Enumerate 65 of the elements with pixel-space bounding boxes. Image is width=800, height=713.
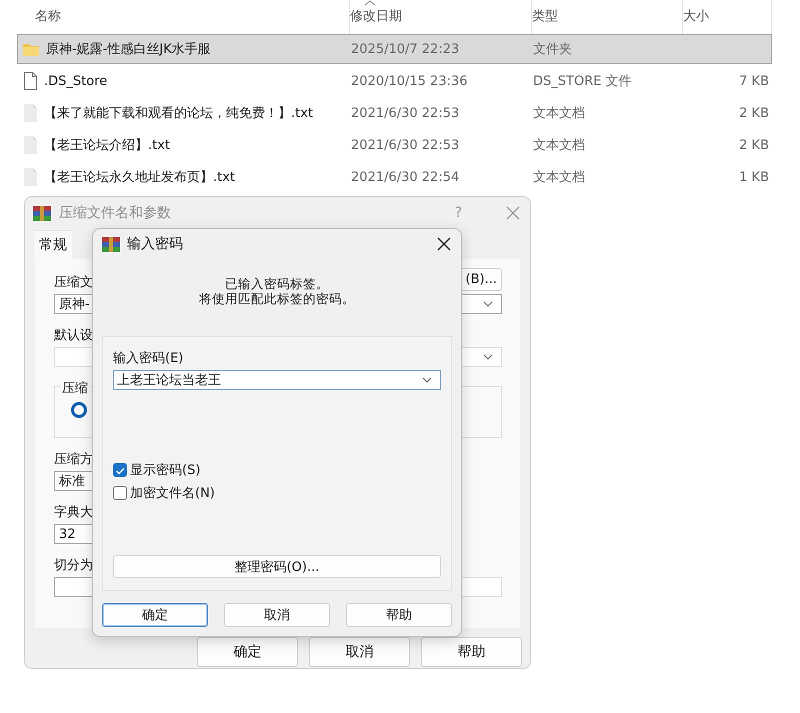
dialog-button[interactable]: 帮助 [346,603,452,627]
document-icon [22,168,38,186]
message-text: 已输入密码标签。 [224,276,330,291]
field-label: 压缩文 [54,274,93,291]
file-row[interactable]: 【老王论坛永久地址发布页】.txt 2021/6/30 22:54 文本文档 1 KB [17,162,772,192]
dialog-title: 压缩文件名和参数 [59,204,172,222]
modified-date: 2021/6/30 22:53 [351,138,460,152]
file-name: 【来了就能下载和观看的论坛，纯免费！】.txt [44,105,314,122]
archive-app-icon [102,236,120,252]
checkbox[interactable] [113,486,127,500]
file-row[interactable]: 【老王论坛介绍】.txt 2021/6/30 22:53 文本文档 2 KB [17,130,772,160]
document-icon [22,136,38,154]
file-size: 2 KB [738,106,770,120]
file-size: 7 KB [738,74,770,88]
field-label: 压缩方 [54,451,93,468]
file-name: 原神-妮露-性感白丝JK水手服 [46,41,211,58]
file-type: DS_STORE 文件 [533,73,633,90]
folder-icon [22,41,40,57]
file-row[interactable]: .DS_Store 2020/10/15 23:36 DS_STORE 文件 7 KB [17,66,772,96]
dialog-button[interactable]: 确定 [197,637,298,667]
field-value: 标准 [59,473,85,490]
dialog-button[interactable]: 帮助 [421,637,522,667]
file-type: 文本文档 [533,169,586,186]
field-value: 原神- [59,296,90,313]
file-name: 【老王论坛永久地址发布页】.txt [44,169,236,186]
message-text: 将使用匹配此标签的密码。 [198,291,356,306]
field-label: 输入密码(E) [113,350,184,367]
modified-date: 2021/6/30 22:54 [351,170,460,184]
chevron-down-icon [483,301,493,307]
chevron-down-icon [422,377,432,383]
tab[interactable]: 常规 [34,231,72,259]
checkbox-label: 显示密码(S) [130,462,200,479]
password-combobox[interactable]: 上老王论坛当老王 [113,370,441,390]
checkbox-label: 加密文件名(N) [130,485,215,502]
file-type: 文本文档 [533,105,586,122]
close-icon [437,237,451,251]
file-row[interactable]: 【来了就能下载和观看的论坛，纯免费！】.txt 2021/6/30 22:53 文本文档 2 KB [17,98,772,128]
field-label: 切分为 [54,557,93,574]
field-label: 字典大 [54,504,93,521]
dialog-button[interactable]: 确定 [102,603,208,627]
modified-date: 2025/10/7 22:23 [351,42,460,56]
modified-date: 2021/6/30 22:53 [351,106,460,120]
dialog-button[interactable]: 取消 [224,603,330,627]
close-icon [506,206,520,220]
archive-app-icon [33,206,51,220]
field-value: 上老王论坛当老王 [117,372,221,389]
dialog-title: 输入密码 [127,235,184,253]
field-label: 默认设 [54,327,93,344]
chevron-down-icon [483,354,493,360]
radio-button[interactable] [71,402,87,418]
file-size: 2 KB [738,138,770,152]
dialog-button[interactable]: 取消 [309,637,410,667]
file-icon [22,72,38,90]
modified-date: 2020/10/15 23:36 [351,74,469,88]
file-size: 1 KB [738,170,770,184]
file-name: 【老王论坛介绍】.txt [44,137,170,154]
field-value: 32 [59,526,76,542]
manage-passwords-button[interactable]: 整理密码(O)... [113,555,441,578]
file-row[interactable]: 原神-妮露-性感白丝JK水手服 2025/10/7 22:23 文件夹 [17,34,772,64]
document-icon [22,104,38,122]
check-icon [115,466,125,474]
checkbox[interactable] [113,463,127,477]
file-name: .DS_Store [44,74,108,88]
file-type: 文本文档 [533,137,586,154]
file-type: 文件夹 [533,41,573,58]
